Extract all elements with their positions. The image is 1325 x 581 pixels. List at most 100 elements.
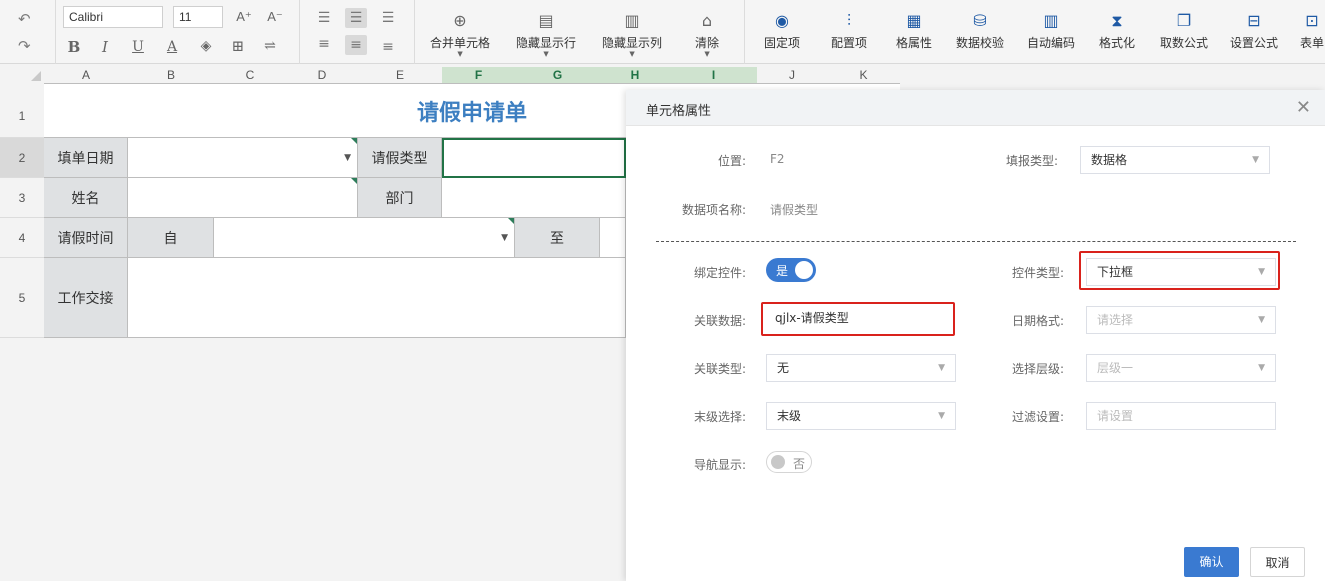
fixed-item-button[interactable]: ◉ 固定项 [764, 10, 800, 51]
chevron-down-icon: ▼ [1258, 363, 1265, 373]
column-header[interactable]: K [827, 67, 900, 83]
row-header[interactable]: 3 [0, 178, 44, 218]
valign-top-icon[interactable]: ≡ [313, 34, 335, 54]
confirm-button[interactable]: 确认 [1184, 547, 1239, 577]
form-button[interactable]: ⊡ 表单 [1300, 10, 1324, 51]
column-header[interactable]: A [44, 67, 128, 83]
wrap-text-icon[interactable]: ⇌ [261, 38, 279, 54]
dropdown-arrow-icon[interactable]: ▼ [501, 233, 508, 243]
cancel-button[interactable]: 取消 [1250, 547, 1305, 577]
date-format-select[interactable]: 请选择 ▼ [1086, 306, 1276, 334]
fill-date-input-cell[interactable]: ▼ [128, 138, 358, 178]
nav-display-label: 导航显示: [693, 458, 746, 472]
hide-rows-button[interactable]: ▤ 隐藏显示行 ▼ [516, 10, 576, 58]
merge-cells-icon: ⊕ [453, 11, 467, 30]
select-all-corner[interactable] [0, 67, 44, 83]
name-input-cell[interactable] [128, 178, 358, 218]
fill-type-value: 数据格 [1091, 153, 1128, 167]
auto-code-label: 自动编码 [1027, 36, 1076, 50]
last-level-select[interactable]: 末级 ▼ [766, 402, 956, 430]
nav-display-toggle[interactable]: 否 [766, 451, 812, 473]
align-center-icon[interactable]: ☰ [345, 8, 367, 28]
cell-attr-label: 格属性 [896, 36, 933, 50]
merge-cells-button[interactable]: ⊕ 合并单元格 ▼ [430, 10, 490, 58]
cell-attr-button[interactable]: ▦ 格属性 [896, 10, 932, 51]
cell-marker-icon [351, 138, 357, 144]
control-type-select[interactable]: 下拉框 ▼ [1086, 258, 1276, 286]
fill-type-select[interactable]: 数据格 ▼ [1080, 146, 1270, 174]
leave-type-input-cell[interactable] [442, 138, 626, 178]
close-icon[interactable]: ✕ [1296, 97, 1311, 118]
column-header[interactable]: J [757, 67, 827, 83]
column-header[interactable]: H [600, 67, 670, 83]
font-name-select[interactable]: Calibri [63, 6, 163, 28]
row-header[interactable]: 2 [0, 138, 44, 178]
clear-button[interactable]: ⌂ 清除 ▼ [695, 10, 720, 58]
column-header[interactable]: B [128, 67, 214, 83]
bind-control-label: 绑定控件: [693, 266, 746, 280]
chevron-down-icon: ▼ [938, 411, 945, 421]
align-right-icon[interactable]: ☰ [377, 8, 399, 28]
database-icon: ⛁ [973, 11, 987, 30]
row-header[interactable]: 5 [0, 258, 44, 338]
format-button[interactable]: ⧗ 格式化 [1099, 10, 1135, 51]
valign-bottom-icon[interactable]: ≡ [377, 37, 399, 57]
font-size-select[interactable]: 11 [173, 6, 223, 28]
to-label-cell[interactable]: 至 [515, 218, 600, 258]
handover-label-cell[interactable]: 工作交接 [44, 258, 128, 338]
column-header[interactable]: C [214, 67, 286, 83]
border-icon[interactable]: ⊞ [229, 38, 247, 54]
row-header[interactable]: 4 [0, 218, 44, 258]
position-label: 位置: [717, 154, 746, 168]
dept-input-cell[interactable] [442, 178, 626, 218]
fill-color-icon[interactable]: ◈ [197, 38, 215, 54]
select-level-select[interactable]: 层级一 ▼ [1086, 354, 1276, 382]
clear-label: 清除 [695, 36, 720, 50]
column-header[interactable]: E [358, 67, 442, 83]
config-item-button[interactable]: ⫶ 配置项 [831, 10, 867, 51]
italic-icon[interactable]: I [96, 39, 114, 55]
toolbar: ↶ ↷ Calibri 11 A⁺ A⁻ B I U A ◈ ⊞ ⇌ ☰ ☰ ☰… [0, 0, 1325, 64]
dropdown-arrow-icon[interactable]: ▼ [344, 153, 351, 163]
underline-icon[interactable]: U [129, 39, 147, 55]
sliders-icon: ⫶ [847, 11, 852, 30]
column-header[interactable]: G [515, 67, 600, 83]
set-formula-button[interactable]: ⊟ 设置公式 [1230, 10, 1278, 51]
fill-date-label-cell[interactable]: 填单日期 [44, 138, 128, 178]
font-decrease-icon[interactable]: A⁻ [266, 9, 284, 25]
assoc-type-select[interactable]: 无 ▼ [766, 354, 956, 382]
redo-icon[interactable]: ↷ [18, 37, 31, 55]
row-header[interactable]: 1 [0, 94, 44, 138]
column-header[interactable]: F [442, 67, 515, 83]
column-header[interactable]: D [286, 67, 358, 83]
name-label-cell[interactable]: 姓名 [44, 178, 128, 218]
valign-middle-icon[interactable]: ≡ [345, 35, 367, 55]
data-validate-button[interactable]: ⛁ 数据校验 [956, 10, 1004, 51]
start-time-input-cell[interactable]: ▼ [214, 218, 515, 258]
leave-type-label-cell[interactable]: 请假类型 [358, 138, 442, 178]
assoc-type-value: 无 [777, 361, 790, 375]
fetch-formula-label: 取数公式 [1160, 36, 1209, 50]
font-color-icon[interactable]: A [163, 39, 181, 55]
font-increase-icon[interactable]: A⁺ [235, 9, 253, 25]
chevron-down-icon: ▼ [1258, 267, 1265, 277]
auto-code-button[interactable]: ▥ 自动编码 [1027, 10, 1075, 51]
bold-icon[interactable]: B [65, 39, 83, 55]
leave-time-label-cell[interactable]: 请假时间 [44, 218, 128, 258]
undo-icon[interactable]: ↶ [18, 10, 31, 28]
assoc-data-field[interactable]: qjlx-请假类型 [765, 306, 951, 332]
dept-label-cell[interactable]: 部门 [358, 178, 442, 218]
bind-control-toggle[interactable]: 是 [766, 258, 816, 282]
align-left-icon[interactable]: ☰ [313, 8, 335, 28]
form-icon: ⊡ [1305, 11, 1319, 30]
end-time-input-cell[interactable] [600, 218, 626, 258]
from-label-cell[interactable]: 自 [128, 218, 214, 258]
column-header[interactable]: I [670, 67, 757, 83]
filter-input[interactable]: 请设置 [1086, 402, 1276, 430]
toggle-knob [795, 261, 813, 279]
hide-cols-button[interactable]: ▥ 隐藏显示列 ▼ [602, 10, 662, 58]
set-formula-label: 设置公式 [1230, 36, 1279, 50]
fetch-formula-button[interactable]: ❐ 取数公式 [1160, 10, 1208, 51]
config-item-label: 配置项 [831, 36, 868, 50]
handover-input-cell[interactable] [128, 258, 626, 338]
